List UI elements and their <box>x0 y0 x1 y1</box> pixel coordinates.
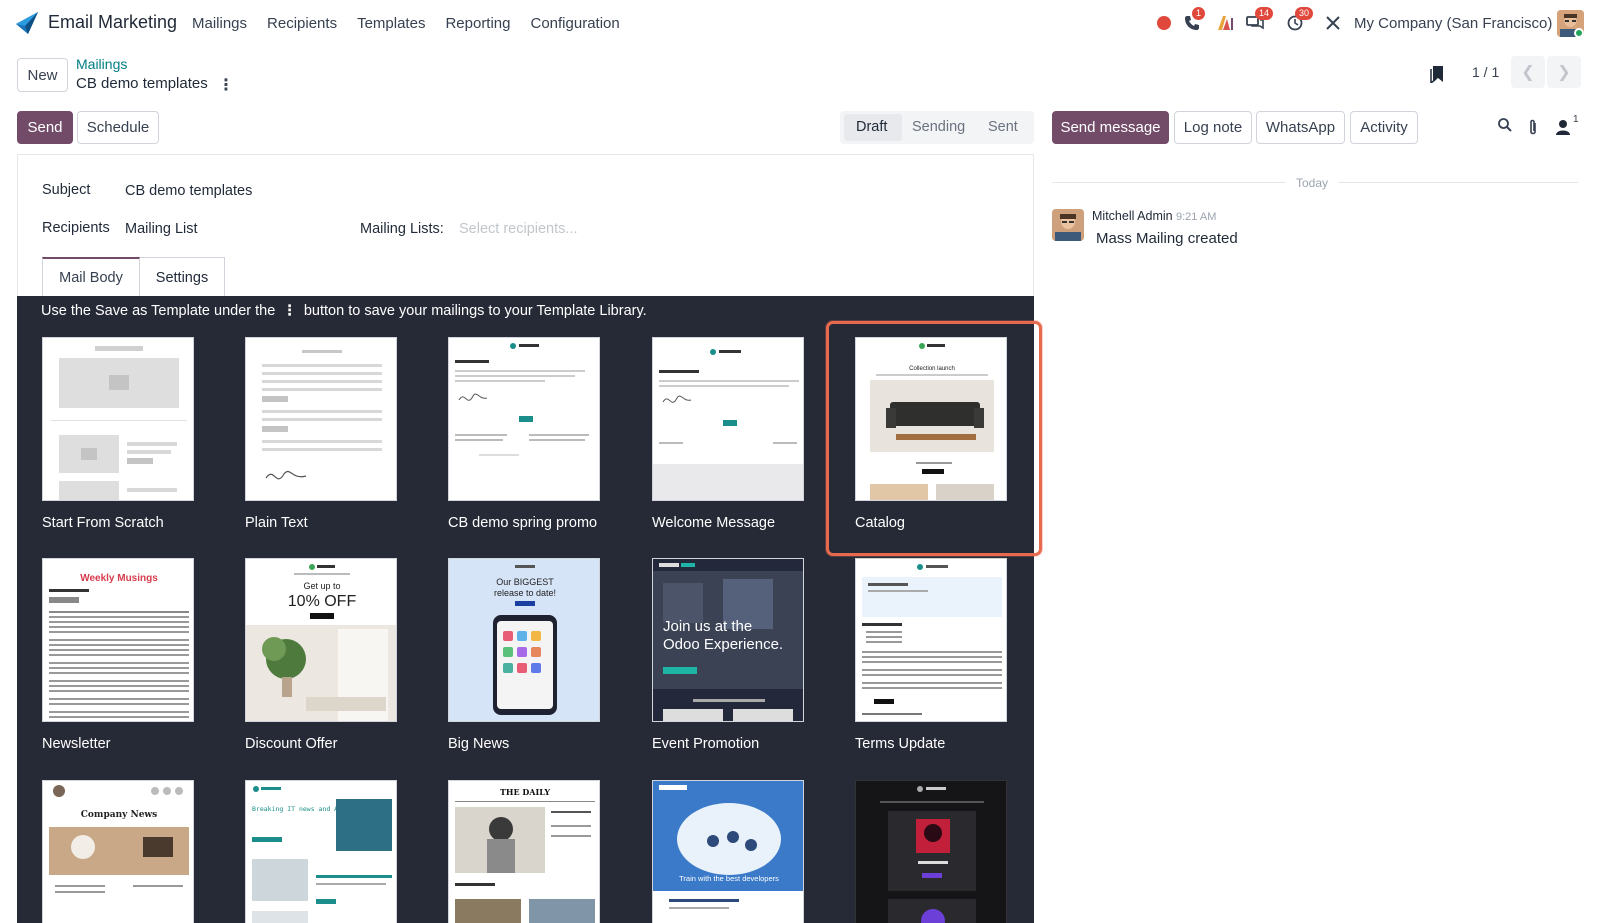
template-label: Terms Update <box>855 736 946 752</box>
record-actions-kebab-icon[interactable]: ⋮ <box>218 75 234 95</box>
follower-count: 1 <box>1573 114 1579 125</box>
breadcrumb-current: CB demo templates <box>76 75 208 92</box>
today-separator: Today <box>1296 176 1329 190</box>
mailing-lists-label: Mailing Lists: <box>360 221 444 237</box>
follower-icon[interactable] <box>1555 118 1571 136</box>
template-hint-before: Use the Save as Template under the <box>41 303 276 319</box>
status-sending[interactable]: Sending <box>912 119 965 135</box>
clock-icon[interactable]: 30 <box>1285 7 1314 33</box>
app-name[interactable]: Email Marketing <box>48 12 177 33</box>
messages-icon[interactable]: 14 <box>1245 7 1274 33</box>
document-icon <box>855 558 1007 722</box>
tools-icon[interactable] <box>1323 13 1343 33</box>
template-hint-after: button to save your mailings to your Tem… <box>303 303 647 319</box>
main-menu: Mailings Recipients Templates Reporting … <box>192 15 620 32</box>
mailing-lists-input[interactable]: Select recipients... <box>459 221 577 237</box>
message-author[interactable]: Mitchell Admin <box>1092 209 1173 223</box>
company-news-thumb-title: Company News <box>81 810 158 820</box>
newspaper-icon: Weekly Musings <box>42 558 194 722</box>
messages-badge: 14 <box>1255 7 1274 20</box>
pager-previous-button[interactable]: ❮ <box>1511 56 1545 88</box>
phone-badge: 1 <box>1192 7 1206 20</box>
template-label: Newsletter <box>42 736 111 752</box>
pager-value[interactable]: 1 / 1 <box>1472 64 1499 80</box>
search-icon[interactable] <box>1497 117 1513 133</box>
status-draft[interactable]: Draft <box>856 119 887 135</box>
training-thumb: Train with the best developers <box>652 780 804 923</box>
menu-recipients[interactable]: Recipients <box>267 15 337 32</box>
chevron-right-icon: ❯ <box>1557 64 1571 81</box>
template-label: Plain Text <box>245 515 308 531</box>
status-sent[interactable]: Sent <box>988 119 1018 135</box>
phone-icon[interactable]: 1 <box>1182 7 1206 33</box>
tab-mail-body[interactable]: Mail Body <box>42 257 140 297</box>
template-label: Start From Scratch <box>42 515 164 531</box>
record-indicator-icon[interactable] <box>1157 16 1171 30</box>
menu-mailings[interactable]: Mailings <box>192 15 247 32</box>
menu-configuration[interactable]: Configuration <box>531 15 620 32</box>
bignews-thumb-line1: Our BIGGEST <box>496 577 554 587</box>
message-body: Mass Mailing created <box>1096 230 1238 247</box>
author-avatar[interactable] <box>1052 209 1084 241</box>
bookmark-icon[interactable] <box>1430 65 1444 83</box>
text-lines-icon <box>245 337 397 501</box>
divider-right <box>1338 182 1578 183</box>
send-message-button[interactable]: Send message <box>1052 111 1169 144</box>
newsletter-thumb-title: Weekly Musings <box>80 573 158 584</box>
online-status-icon <box>1574 28 1584 38</box>
new-button[interactable]: New <box>17 58 68 92</box>
event-image-icon: Join us at the Odoo Experience. <box>652 558 804 722</box>
company-news-thumb: Company News <box>42 780 194 923</box>
catalog-thumb-title: Collection launch <box>909 366 955 372</box>
pager-next-button[interactable]: ❯ <box>1547 56 1581 88</box>
activity-button[interactable]: Activity <box>1350 111 1418 144</box>
template-label: Catalog <box>855 515 905 531</box>
discount-thumb-line1: Get up to <box>303 581 340 591</box>
breadcrumb-mailings[interactable]: Mailings <box>76 56 127 72</box>
plant-image-icon: Get up to 10% OFF <box>245 558 397 722</box>
kebab-icon: ⋮ <box>278 303 301 319</box>
discount-thumb-line2: 10% OFF <box>288 593 357 610</box>
subject-label: Subject <box>42 182 91 198</box>
divider-left <box>1052 182 1286 183</box>
image-placeholder-icon <box>42 337 194 501</box>
sofa-image-icon: Collection launch <box>855 337 1007 501</box>
template-label: Welcome Message <box>652 515 776 531</box>
ai-icon[interactable] <box>1216 13 1236 33</box>
chevron-left-icon: ❮ <box>1521 64 1535 81</box>
menu-reporting[interactable]: Reporting <box>445 15 510 32</box>
phone-image-icon: Our BIGGEST release to date! <box>448 558 600 722</box>
whatsapp-button[interactable]: WhatsApp <box>1256 111 1345 144</box>
recipients-field[interactable]: Mailing List <box>125 221 198 237</box>
email-marketing-logo-icon[interactable] <box>14 10 40 36</box>
template-hint: Use the Save as Template under the ⋮ but… <box>41 303 647 319</box>
training-thumb-title: Train with the best developers <box>679 874 779 883</box>
dark-launch-thumb <box>855 780 1007 923</box>
template-label: Event Promotion <box>652 736 760 752</box>
subject-field[interactable]: CB demo templates <box>125 183 252 199</box>
email-preview-icon <box>652 337 804 501</box>
log-note-button[interactable]: Log note <box>1174 111 1252 144</box>
breaking-news-thumb: Breaking IT news and Analysis <box>245 780 397 923</box>
company-switcher[interactable]: My Company (San Francisco) <box>1354 15 1552 32</box>
template-label: Big News <box>448 736 510 752</box>
template-label: Discount Offer <box>245 736 338 752</box>
event-thumb-line2: Odoo Experience. <box>663 636 783 653</box>
menu-templates[interactable]: Templates <box>357 15 425 32</box>
bignews-thumb-line2: release to date! <box>494 588 556 598</box>
activity-badge: 30 <box>1295 7 1314 20</box>
email-preview-icon <box>448 337 600 501</box>
template-label: CB demo spring promo <box>448 515 598 531</box>
recipients-label: Recipients <box>42 220 110 236</box>
send-button[interactable]: Send <box>17 111 73 144</box>
event-thumb-line1: Join us at the <box>663 618 752 635</box>
message-time: 9:21 AM <box>1176 211 1217 223</box>
tab-settings[interactable]: Settings <box>140 257 225 297</box>
daily-thumb-title: THE DAILY <box>500 787 550 797</box>
paperclip-icon[interactable] <box>1526 119 1540 137</box>
daily-thumb: THE DAILY <box>448 780 600 923</box>
schedule-button[interactable]: Schedule <box>77 111 159 144</box>
